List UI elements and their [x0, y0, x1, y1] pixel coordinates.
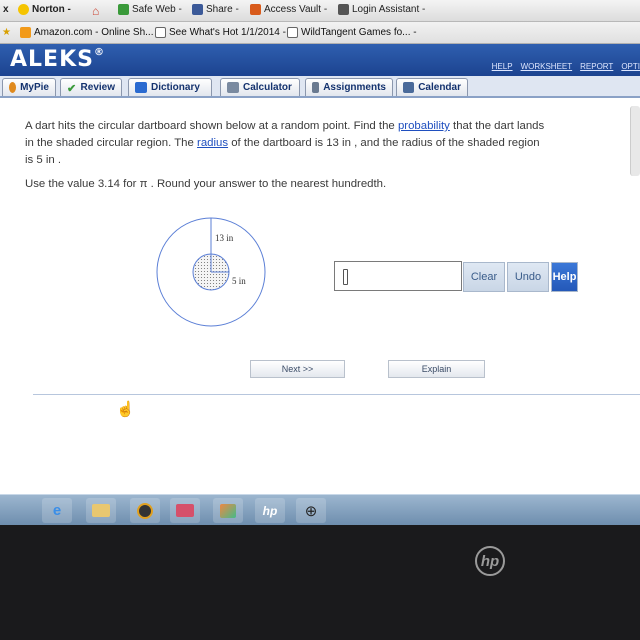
taskbar: e hp ⊕ — [0, 494, 640, 525]
next-button[interactable]: Next >> — [250, 360, 345, 378]
calculator-icon — [227, 82, 239, 93]
hp-icon[interactable]: hp — [255, 498, 285, 523]
help-button[interactable]: Help — [551, 262, 578, 292]
pie-icon — [9, 82, 17, 93]
tab-dictionary[interactable]: Dictionary — [128, 78, 212, 96]
dartboard-figure: 13 in 5 in — [156, 217, 266, 327]
toolbar-close-button[interactable]: x — [3, 4, 9, 15]
norton-check-icon — [18, 4, 29, 15]
favorites-bar: ★ Amazon.com - Online Sh... See What's H… — [0, 22, 640, 44]
hp-bezel-logo: hp — [475, 546, 505, 576]
favorites-star-icon[interactable]: ★ — [2, 27, 11, 38]
norton-menu[interactable]: Norton - — [18, 4, 71, 15]
tab-assignments[interactable]: Assignments — [305, 78, 393, 96]
tab-calculator[interactable]: Calculator — [220, 78, 300, 96]
explain-button[interactable]: Explain — [388, 360, 485, 378]
aleks-logo: ALEKS® — [10, 47, 105, 72]
worksheet-link[interactable]: WORKSHEET — [521, 62, 573, 71]
page-icon — [287, 27, 298, 38]
outer-radius-label: 13 in — [215, 233, 234, 243]
inner-radius-label: 5 in — [232, 276, 246, 286]
login-icon — [338, 4, 349, 15]
media-player-icon[interactable] — [130, 498, 160, 523]
tab-review[interactable]: ✔ Review — [60, 78, 122, 96]
instruction-text: Use the value 3.14 for π . Round your an… — [25, 178, 387, 190]
radius-link[interactable]: radius — [197, 137, 228, 149]
photo-gallery-icon[interactable] — [213, 498, 243, 523]
undo-button[interactable]: Undo — [507, 262, 549, 292]
favorite-whats-hot[interactable]: See What's Hot 1/1/2014 - — [155, 27, 286, 38]
home-icon: ⌂ — [92, 4, 100, 18]
screen: x Norton - ⌂ Safe Web - Share - Access V… — [0, 0, 640, 525]
tab-calendar[interactable]: Calendar — [396, 78, 468, 96]
page-icon — [155, 27, 166, 38]
login-assistant-menu[interactable]: Login Assistant - — [338, 4, 425, 15]
calendar-icon — [403, 82, 415, 93]
clear-button[interactable]: Clear — [463, 262, 505, 292]
problem-text: A dart hits the circular dartboard shown… — [25, 118, 545, 169]
book-icon — [135, 82, 147, 93]
pencil-icon — [312, 82, 320, 93]
problem-area: A dart hits the circular dartboard shown… — [0, 98, 640, 494]
input-caret — [343, 269, 348, 285]
checkmark-icon: ✔ — [67, 83, 77, 95]
vault-icon — [250, 4, 261, 15]
access-vault-menu[interactable]: Access Vault - — [250, 4, 327, 15]
divider — [33, 394, 640, 395]
safeweb-icon — [118, 4, 129, 15]
aleks-header: ALEKS® HELP WORKSHEET REPORT OPTI — [0, 44, 640, 76]
hand-cursor-icon: ☝ — [116, 401, 135, 418]
media-center-icon[interactable] — [170, 498, 200, 523]
amazon-icon — [20, 27, 31, 38]
scrollbar[interactable] — [630, 106, 640, 176]
favorite-wildtangent[interactable]: WildTangent Games fo... - — [287, 27, 417, 38]
tab-mypie[interactable]: MyPie — [2, 78, 56, 96]
browser-toolbar: x Norton - ⌂ Safe Web - Share - Access V… — [0, 0, 640, 22]
nav-tabs: MyPie ✔ Review Dictionary Calculator Assi… — [0, 76, 640, 98]
answer-input[interactable] — [334, 261, 462, 291]
problem-text-1: A dart hits the circular dartboard shown… — [25, 120, 398, 132]
network-icon[interactable]: ⊕ — [296, 498, 326, 523]
header-links: HELP WORKSHEET REPORT OPTI — [492, 62, 640, 71]
home-button[interactable]: ⌂ — [92, 4, 99, 18]
help-link[interactable]: HELP — [492, 62, 513, 71]
favorite-amazon[interactable]: Amazon.com - Online Sh... — [20, 27, 154, 38]
folder-icon[interactable] — [86, 498, 116, 523]
options-link[interactable]: OPTI — [621, 62, 640, 71]
report-link[interactable]: REPORT — [580, 62, 613, 71]
share-menu[interactable]: Share - — [192, 4, 239, 15]
probability-link[interactable]: probability — [398, 120, 450, 132]
facebook-icon — [192, 4, 203, 15]
safeweb-menu[interactable]: Safe Web - — [118, 4, 182, 15]
ie-icon[interactable]: e — [42, 498, 72, 523]
